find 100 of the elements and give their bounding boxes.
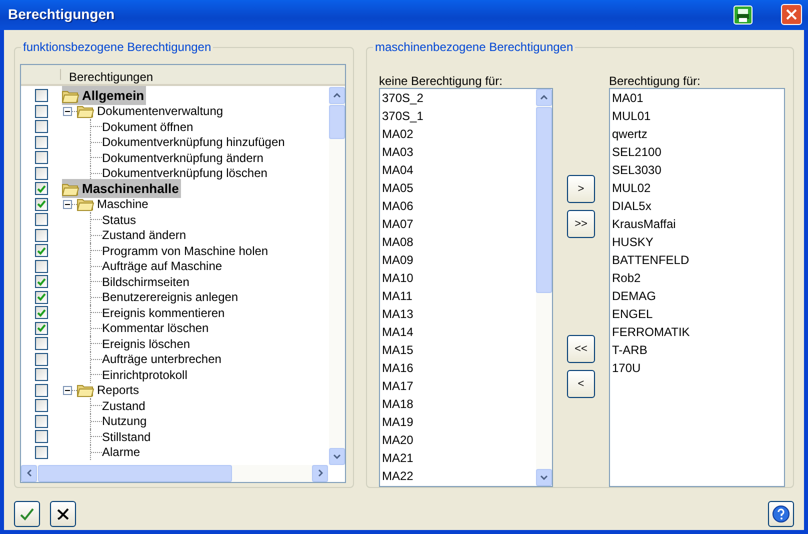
ok-button[interactable] (14, 501, 40, 528)
list-item[interactable]: SEL2100 (610, 142, 784, 161)
list-item[interactable]: ENGEL (610, 304, 784, 323)
scroll-up-button[interactable] (536, 88, 552, 106)
help-button[interactable] (768, 501, 794, 528)
cancel-button[interactable] (50, 501, 76, 528)
list-item[interactable]: Rob2 (610, 268, 784, 287)
list-item[interactable]: FERROMATIK (610, 322, 784, 341)
scroll-up-button[interactable] (329, 86, 345, 104)
list-item[interactable]: HUSKY (610, 232, 784, 251)
list-item[interactable]: MA22 (380, 466, 535, 485)
tree-item[interactable]: Bildschirmseiten (102, 272, 190, 291)
checkbox[interactable] (35, 352, 48, 366)
list-item[interactable]: MA02 (380, 124, 535, 143)
list-item[interactable]: BATTENFELD (610, 250, 784, 269)
expander-icon[interactable] (63, 106, 72, 116)
list-item[interactable]: MUL02 (610, 178, 784, 197)
checkbox[interactable] (35, 306, 48, 320)
list-item[interactable]: MA10 (380, 268, 535, 287)
tree-item[interactable]: Nutzung (102, 412, 147, 430)
checkbox[interactable] (35, 430, 48, 444)
scrollbar-thumb[interactable] (329, 104, 345, 139)
list-item[interactable]: MA11 (380, 286, 535, 305)
list-item[interactable]: 370S_1 (380, 106, 535, 125)
tree-item[interactable]: Allgemein (62, 86, 146, 106)
list-item[interactable]: MA17 (380, 376, 535, 395)
checkbox[interactable] (35, 244, 48, 258)
tree-item[interactable]: Stillstand (102, 428, 151, 446)
checkbox[interactable] (35, 275, 48, 288)
list-item[interactable]: MA08 (380, 232, 535, 251)
expander-icon[interactable] (63, 200, 72, 209)
list-item[interactable]: MA01 (610, 88, 784, 107)
checkbox[interactable] (35, 166, 48, 180)
list-item[interactable]: MA20 (380, 430, 535, 449)
close-button[interactable] (781, 4, 802, 26)
list-item[interactable]: MA15 (380, 340, 535, 359)
scroll-right-button[interactable] (312, 464, 328, 482)
checkbox[interactable] (35, 337, 48, 350)
tree-item[interactable]: Einrichtprotokoll (102, 366, 188, 384)
list-item[interactable]: DEMAG (610, 286, 784, 305)
tree-item[interactable]: Dokumentverknüpfung ändern (102, 148, 264, 167)
scrollbar-thumb[interactable] (536, 106, 552, 293)
checkbox[interactable] (35, 89, 48, 102)
list-item[interactable]: MA06 (380, 196, 535, 215)
tree-item[interactable]: Benutzerereignis anlegen (102, 288, 238, 306)
checkbox[interactable] (35, 213, 48, 226)
list-item[interactable]: KrausMaffai (610, 214, 784, 233)
scroll-left-button[interactable] (21, 464, 37, 482)
list-item[interactable]: MA14 (380, 322, 535, 341)
checkbox[interactable] (35, 228, 48, 242)
checkbox[interactable] (35, 198, 48, 211)
tree-item[interactable]: Maschinenhalle (62, 178, 181, 198)
tree-item[interactable]: Status (102, 210, 136, 229)
move-button[interactable]: << (567, 334, 595, 363)
list-item[interactable]: MA21 (380, 448, 535, 467)
checkbox[interactable] (35, 368, 48, 382)
list-item[interactable]: MA18 (380, 394, 535, 413)
tree-item[interactable]: Aufträge unterbrechen (102, 350, 222, 368)
list-item[interactable]: MA16 (380, 358, 535, 377)
tree-item[interactable]: Alarme (102, 443, 140, 462)
list-item[interactable]: MA13 (380, 304, 535, 323)
tree-item[interactable]: Zustand ändern (102, 226, 186, 244)
scroll-down-button[interactable] (536, 468, 552, 486)
move-button[interactable]: >> (567, 210, 595, 238)
checkbox[interactable] (35, 290, 48, 304)
tree-item[interactable]: Reports (97, 381, 140, 400)
tree-item[interactable]: Dokument öffnen (102, 118, 194, 136)
list-item[interactable]: MA05 (380, 178, 535, 197)
checkbox[interactable] (35, 120, 48, 134)
tree-item[interactable]: Zustand (102, 396, 146, 415)
list-item[interactable]: MA04 (380, 160, 535, 179)
move-button[interactable]: < (567, 370, 595, 398)
tree-item[interactable]: Aufträge auf Maschine (102, 257, 222, 276)
list-item[interactable]: MA09 (380, 250, 535, 269)
tree-item[interactable]: Dokumentverknüpfung hinzufügen (102, 133, 285, 152)
tree-item[interactable]: Kommentar löschen (102, 319, 209, 338)
checkbox[interactable] (35, 151, 48, 164)
checkbox[interactable] (35, 104, 48, 118)
list-item[interactable]: MA19 (380, 412, 535, 431)
scrollbar-thumb[interactable] (38, 464, 232, 482)
tree-item[interactable]: Ereignis kommentieren (102, 304, 225, 322)
list-item[interactable]: 370S_2 (380, 88, 535, 107)
scroll-down-button[interactable] (329, 448, 345, 465)
checkbox[interactable] (35, 260, 48, 273)
checkbox[interactable] (35, 136, 48, 149)
list-item[interactable]: MA03 (380, 142, 535, 161)
checkbox[interactable] (35, 399, 48, 412)
checkbox[interactable] (35, 182, 48, 196)
list-item[interactable]: MUL01 (610, 106, 784, 125)
checkbox[interactable] (35, 446, 48, 459)
list-item[interactable]: T-ARB (610, 340, 784, 359)
expander-icon[interactable] (63, 386, 72, 395)
list-item[interactable]: SEL3030 (610, 160, 784, 179)
tree-item[interactable]: Ereignis löschen (102, 334, 190, 353)
printer-icon[interactable] (733, 4, 753, 25)
list-item[interactable]: DIAL5x (610, 196, 784, 215)
move-button[interactable]: > (567, 174, 595, 203)
tree-item[interactable]: Programm von Maschine holen (102, 242, 268, 260)
list-item[interactable]: 170U (610, 358, 784, 377)
checkbox[interactable] (35, 322, 48, 335)
